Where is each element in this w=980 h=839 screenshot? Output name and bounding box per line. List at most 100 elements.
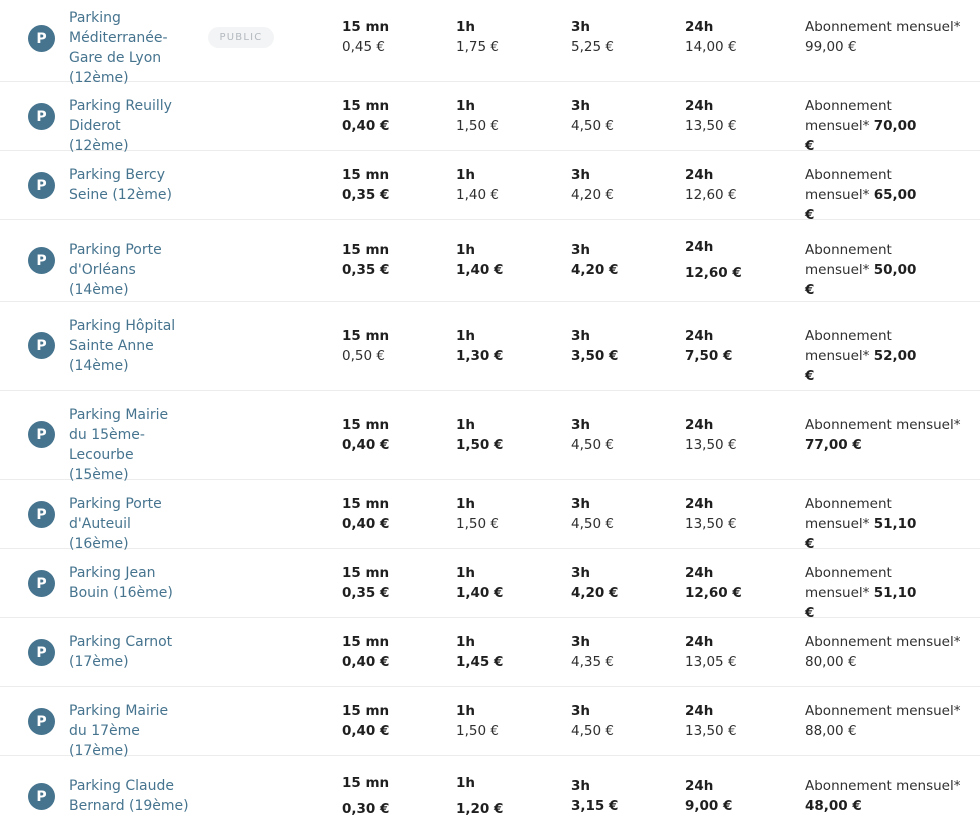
- price-24h-value: 7,50 €: [685, 348, 733, 364]
- price-24h-label: 24h: [685, 565, 714, 581]
- price-3h-value: 4,50 €: [571, 437, 614, 453]
- table-row: P Parking Porte d'Auteuil (16ème) 15 mn 0…: [0, 480, 980, 552]
- monthly-subscription: Abonnement mensuel* 51,10 €: [805, 494, 925, 554]
- price-1h: 1h 1,20 €: [456, 773, 503, 819]
- price-15mn: 15 mn 0,40 €: [342, 701, 389, 741]
- price-15mn-value: 0,35 €: [342, 585, 390, 601]
- parking-name-link[interactable]: Parking Porte d'Orléans (14ème): [69, 240, 199, 300]
- price-15mn-value: 0,50 €: [342, 348, 385, 364]
- price-15mn-label: 15 mn: [342, 775, 390, 791]
- price-3h: 3h 3,15 €: [571, 776, 618, 816]
- monthly-subscription: Abonnement mensuel* 65,00 €: [805, 165, 925, 225]
- price-15mn: 15 mn 0,30 €: [342, 773, 389, 819]
- table-row: P Parking Reuilly Diderot (12ème) 15 mn 0…: [0, 82, 980, 154]
- price-15mn: 15 mn 0,40 €: [342, 632, 389, 672]
- subscription-label: Abonnement mensuel*: [805, 417, 961, 433]
- price-15mn-value: 0,40 €: [342, 654, 390, 670]
- price-24h: 24h 13,05 €: [685, 632, 737, 672]
- monthly-subscription: Abonnement mensuel* 70,00 €: [805, 96, 925, 156]
- price-15mn-value: 0,40 €: [342, 437, 390, 453]
- price-24h-label: 24h: [685, 417, 714, 433]
- price-15mn-label: 15 mn: [342, 98, 390, 114]
- parking-name-link[interactable]: Parking Bercy Seine (12ème): [69, 165, 199, 205]
- price-1h: 1h 1,50 €: [456, 96, 499, 136]
- parking-name-link[interactable]: Parking Claude Bernard (19ème): [69, 776, 189, 816]
- price-24h-label: 24h: [685, 19, 714, 35]
- price-1h-value: 1,40 €: [456, 187, 499, 203]
- parking-icon: P: [28, 332, 55, 359]
- price-3h-label: 3h: [571, 496, 591, 512]
- price-24h: 24h 13,50 €: [685, 96, 737, 136]
- price-15mn-label: 15 mn: [342, 167, 390, 183]
- price-1h-value: 1,40 €: [456, 585, 504, 601]
- price-24h: 24h 13,50 €: [685, 415, 737, 455]
- status-badge: PUBLIC: [208, 27, 274, 48]
- parking-name-link[interactable]: Parking Jean Bouin (16ème): [69, 563, 199, 603]
- price-1h-label: 1h: [456, 328, 476, 344]
- price-24h-value: 12,60 €: [685, 187, 737, 203]
- price-15mn-value: 0,30 €: [342, 801, 390, 817]
- price-15mn-label: 15 mn: [342, 19, 390, 35]
- parking-name-link[interactable]: Parking Hôpital Sainte Anne (14ème): [69, 316, 179, 376]
- subscription-price: 77,00 €: [805, 437, 862, 453]
- price-15mn-value: 0,40 €: [342, 516, 390, 532]
- parking-icon: P: [28, 783, 55, 810]
- monthly-subscription: Abonnement mensuel* 50,00 €: [805, 240, 925, 300]
- price-24h-label: 24h: [685, 496, 714, 512]
- price-3h-label: 3h: [571, 703, 591, 719]
- price-1h-label: 1h: [456, 242, 476, 258]
- price-1h-label: 1h: [456, 634, 476, 650]
- price-24h: 24h 12,60 €: [685, 165, 737, 205]
- price-24h-label: 24h: [685, 778, 714, 794]
- subscription-price: 88,00 €: [805, 723, 857, 739]
- parking-name-link[interactable]: Parking Porte d'Auteuil (16ème): [69, 494, 189, 554]
- parking-icon: P: [28, 501, 55, 528]
- price-15mn: 15 mn 0,45 €: [342, 17, 389, 57]
- price-24h-label: 24h: [685, 98, 714, 114]
- price-24h-value: 14,00 €: [685, 39, 737, 55]
- price-24h-value: 13,50 €: [685, 723, 737, 739]
- table-row: P Parking Jean Bouin (16ème) 15 mn 0,35 €…: [0, 549, 980, 621]
- price-15mn: 15 mn 0,50 €: [342, 326, 389, 366]
- price-15mn: 15 mn 0,40 €: [342, 96, 389, 136]
- price-1h-value: 1,50 €: [456, 437, 504, 453]
- subscription-label: Abonnement mensuel*: [805, 19, 961, 35]
- price-1h-value: 1,50 €: [456, 118, 499, 134]
- parking-name-link[interactable]: Parking Reuilly Diderot (12ème): [69, 96, 179, 156]
- price-24h-label: 24h: [685, 328, 714, 344]
- parking-icon: P: [28, 103, 55, 130]
- price-1h-value: 1,45 €: [456, 654, 504, 670]
- parking-name-link[interactable]: Parking Méditerranée-Gare de Lyon (12ème…: [69, 8, 199, 88]
- parking-name-link[interactable]: Parking Carnot (17ème): [69, 632, 179, 672]
- price-1h: 1h 1,50 €: [456, 415, 503, 455]
- table-row: P Parking Bercy Seine (12ème) 15 mn 0,35 …: [0, 151, 980, 223]
- monthly-subscription: Abonnement mensuel* 99,00 €: [805, 17, 980, 57]
- table-row: P Parking Méditerranée-Gare de Lyon (12è…: [0, 0, 980, 86]
- price-3h: 3h 4,50 €: [571, 701, 614, 741]
- price-3h: 3h 4,50 €: [571, 96, 614, 136]
- parking-icon: P: [28, 708, 55, 735]
- price-3h: 3h 3,50 €: [571, 326, 618, 366]
- price-24h: 24h 14,00 €: [685, 17, 737, 57]
- price-1h-label: 1h: [456, 775, 476, 791]
- subscription-label: Abonnement mensuel*: [805, 778, 961, 794]
- price-1h: 1h 1,50 €: [456, 494, 499, 534]
- price-24h-value: 9,00 €: [685, 798, 733, 814]
- price-15mn-label: 15 mn: [342, 565, 390, 581]
- price-15mn: 15 mn 0,35 €: [342, 563, 389, 603]
- parking-name-link[interactable]: Parking Mairie du 17ème (17ème): [69, 701, 187, 761]
- price-15mn-label: 15 mn: [342, 703, 390, 719]
- price-3h: 3h 4,20 €: [571, 563, 618, 603]
- price-1h: 1h 1,40 €: [456, 240, 503, 280]
- price-15mn-value: 0,35 €: [342, 187, 390, 203]
- parking-icon: P: [28, 421, 55, 448]
- subscription-label: Abonnement mensuel*: [805, 703, 961, 719]
- price-24h-label: 24h: [685, 167, 714, 183]
- price-24h-label: 24h: [685, 703, 714, 719]
- price-1h-value: 1,75 €: [456, 39, 499, 55]
- parking-name-link[interactable]: Parking Mairie du 15ème-Lecourbe (15ème): [69, 405, 187, 485]
- price-3h-value: 5,25 €: [571, 39, 614, 55]
- price-3h: 3h 4,20 €: [571, 240, 618, 280]
- parking-icon: P: [28, 639, 55, 666]
- price-15mn-label: 15 mn: [342, 634, 390, 650]
